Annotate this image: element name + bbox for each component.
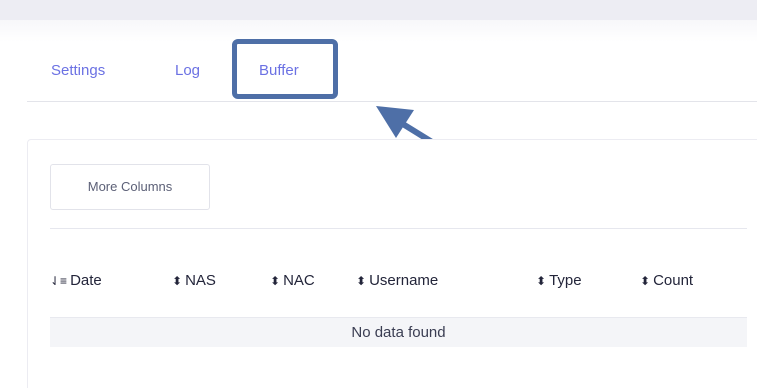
sort-icon: ⬍ [536,274,547,288]
column-header-count[interactable]: ⬍ Count [640,272,693,289]
page: Settings Log Buffer More Columns ⇃≡ Date … [0,0,757,388]
sort-desc-icon: ⇃≡ [50,274,68,288]
sort-icon: ⬍ [270,274,281,288]
column-label: Username [369,272,439,289]
column-header-nac[interactable]: ⬍ NAC [270,272,315,289]
sort-icon: ⬍ [640,274,651,288]
column-label: NAC [283,272,315,289]
top-bar-shadow [0,20,757,42]
tab-bar: Settings Log Buffer [27,50,757,102]
more-columns-button[interactable]: More Columns [50,164,210,210]
annotation-highlight-box [232,39,338,99]
column-label: Type [549,272,582,289]
column-header-type[interactable]: ⬍ Type [536,272,582,289]
tab-log[interactable]: Log [175,62,200,79]
tab-settings[interactable]: Settings [51,62,105,79]
column-label: Count [653,272,694,289]
column-label: NAS [185,272,216,289]
top-bar [0,0,757,20]
column-header-date[interactable]: ⇃≡ Date [50,272,102,289]
sort-icon: ⬍ [356,274,367,288]
column-header-username[interactable]: ⬍ Username [356,272,438,289]
empty-state-row: No data found [50,317,747,347]
sort-icon: ⬍ [172,274,183,288]
column-label: Date [70,272,102,289]
column-header-nas[interactable]: ⬍ NAS [172,272,216,289]
divider [50,228,747,229]
